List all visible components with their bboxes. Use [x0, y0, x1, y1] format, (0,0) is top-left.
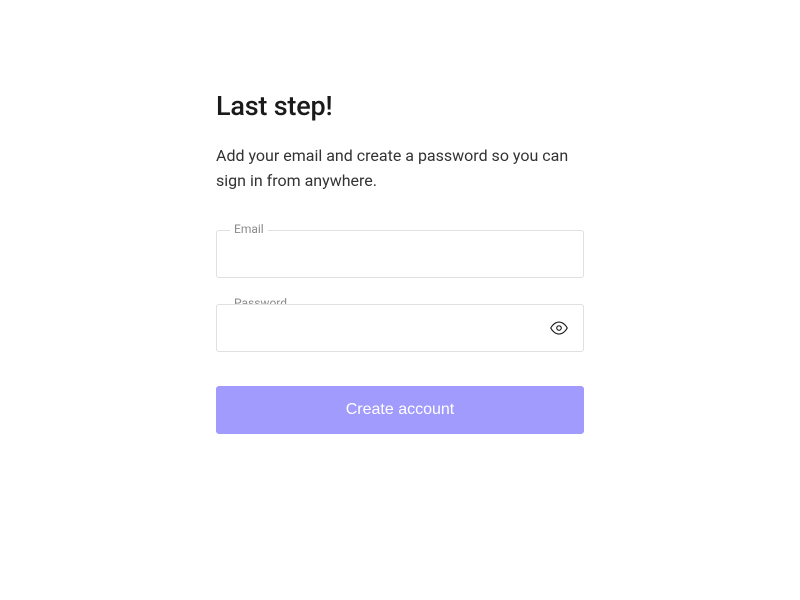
password-field-group: Password — [216, 304, 584, 352]
email-label: Email — [230, 222, 268, 236]
signup-form: Last step! Add your email and create a p… — [216, 90, 584, 600]
eye-icon — [550, 319, 568, 337]
password-field[interactable] — [216, 304, 584, 352]
toggle-password-visibility[interactable] — [548, 317, 570, 339]
email-field-group: Email — [216, 230, 584, 278]
page-title: Last step! — [216, 90, 584, 122]
create-account-button[interactable]: Create account — [216, 386, 584, 434]
password-wrapper — [216, 304, 584, 352]
page-subtitle: Add your email and create a password so … — [216, 144, 584, 194]
email-field[interactable] — [216, 230, 584, 278]
